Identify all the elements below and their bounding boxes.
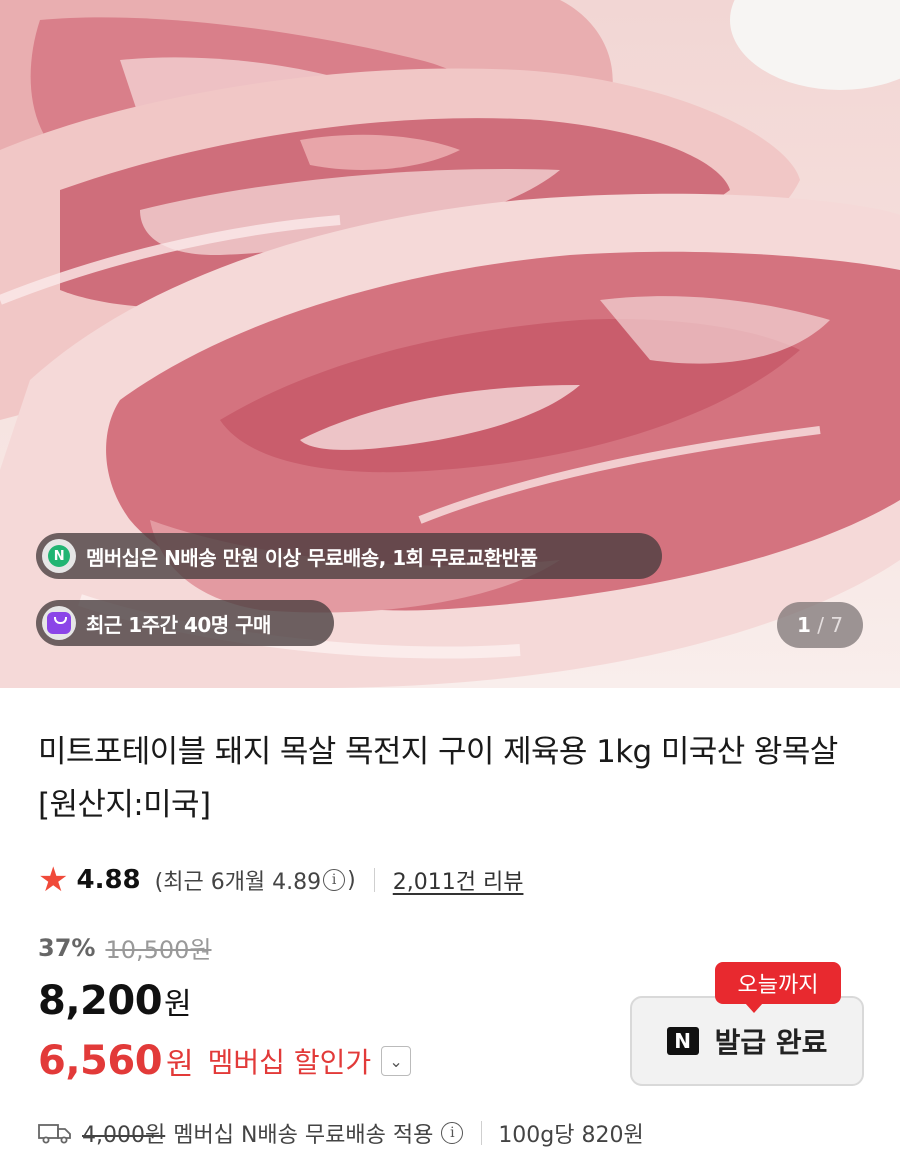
- truck-icon: [38, 1124, 71, 1144]
- membership-banner: N 멤버십은 N배송 만원 이상 무료배송, 1회 무료교환반품: [36, 533, 662, 579]
- original-shipping-fee: 4,000원: [82, 1123, 166, 1148]
- membership-banner-text: 멤버십은 N배송 만원 이상 무료배송, 1회 무료교환반품: [86, 545, 538, 570]
- member-price-row[interactable]: 6,560 원 멤버십 할인가 ⌄: [38, 1038, 412, 1084]
- member-price-unit: 원: [166, 1047, 194, 1082]
- rating-row: ★ 4.88 (최근 6개월 4.89 i ) 2,011건 리뷰: [38, 860, 523, 900]
- shipping-note: 멤버십 N배송 무료배송 적용: [173, 1123, 434, 1148]
- rating-score: 4.88: [76, 865, 141, 895]
- member-price-value: 6,560: [38, 1038, 163, 1084]
- coupon-label: 발급 완료: [714, 1026, 828, 1059]
- discount-percent: 37%: [38, 933, 96, 962]
- shopping-bag-badge: [42, 606, 76, 640]
- product-image[interactable]: N 멤버십은 N배송 만원 이상 무료배송, 1회 무료교환반품 최근 1주간 …: [0, 0, 900, 688]
- divider: [481, 1121, 483, 1145]
- recent-buyers-banner: 최근 1주간 40명 구매: [36, 600, 334, 646]
- reviews-link[interactable]: 2,011건 리뷰: [393, 864, 524, 896]
- original-price: 10,500원: [105, 936, 212, 964]
- naver-n-icon: N: [666, 1027, 699, 1055]
- sale-price-unit: 원: [164, 987, 192, 1022]
- shipping-row: 4,000원 멤버십 N배송 무료배송 적용 i 100g당 820원: [38, 1116, 644, 1150]
- sale-price: 8,200원: [38, 978, 192, 1024]
- divider: [373, 868, 375, 892]
- discount-row: 37% 10,500원: [38, 930, 212, 965]
- image-index: 1: [796, 613, 811, 637]
- shopping-bag-icon: [47, 612, 71, 634]
- member-price-label: 멤버십 할인가: [207, 1046, 372, 1079]
- sale-price-value: 8,200: [38, 978, 163, 1024]
- recent-rating-prefix: (최근 6개월 4.89: [154, 870, 322, 895]
- n-delivery-badge: N: [42, 539, 76, 573]
- n-delivery-icon: N: [48, 545, 70, 567]
- recent-rating: (최근 6개월 4.89 i ): [155, 864, 356, 896]
- chevron-down-icon[interactable]: ⌄: [381, 1046, 412, 1076]
- recent-rating-suffix: ): [347, 867, 356, 893]
- image-counter: 1 / 7: [777, 602, 863, 648]
- star-icon: ★: [38, 860, 69, 900]
- unit-price: 100g당 820원: [498, 1123, 644, 1148]
- shipping-info-icon[interactable]: i: [441, 1122, 464, 1144]
- recent-buyers-text: 최근 1주간 40명 구매: [86, 612, 271, 637]
- info-icon[interactable]: i: [323, 869, 346, 891]
- today-only-tag: 오늘까지: [715, 962, 841, 1013]
- pork-neck-photo: [0, 0, 900, 688]
- image-total: 7: [830, 613, 844, 637]
- product-title: 미트포테이블 돼지 목살 목전지 구이 제육용 1kg 미국산 왕목살 [원산지…: [38, 734, 838, 823]
